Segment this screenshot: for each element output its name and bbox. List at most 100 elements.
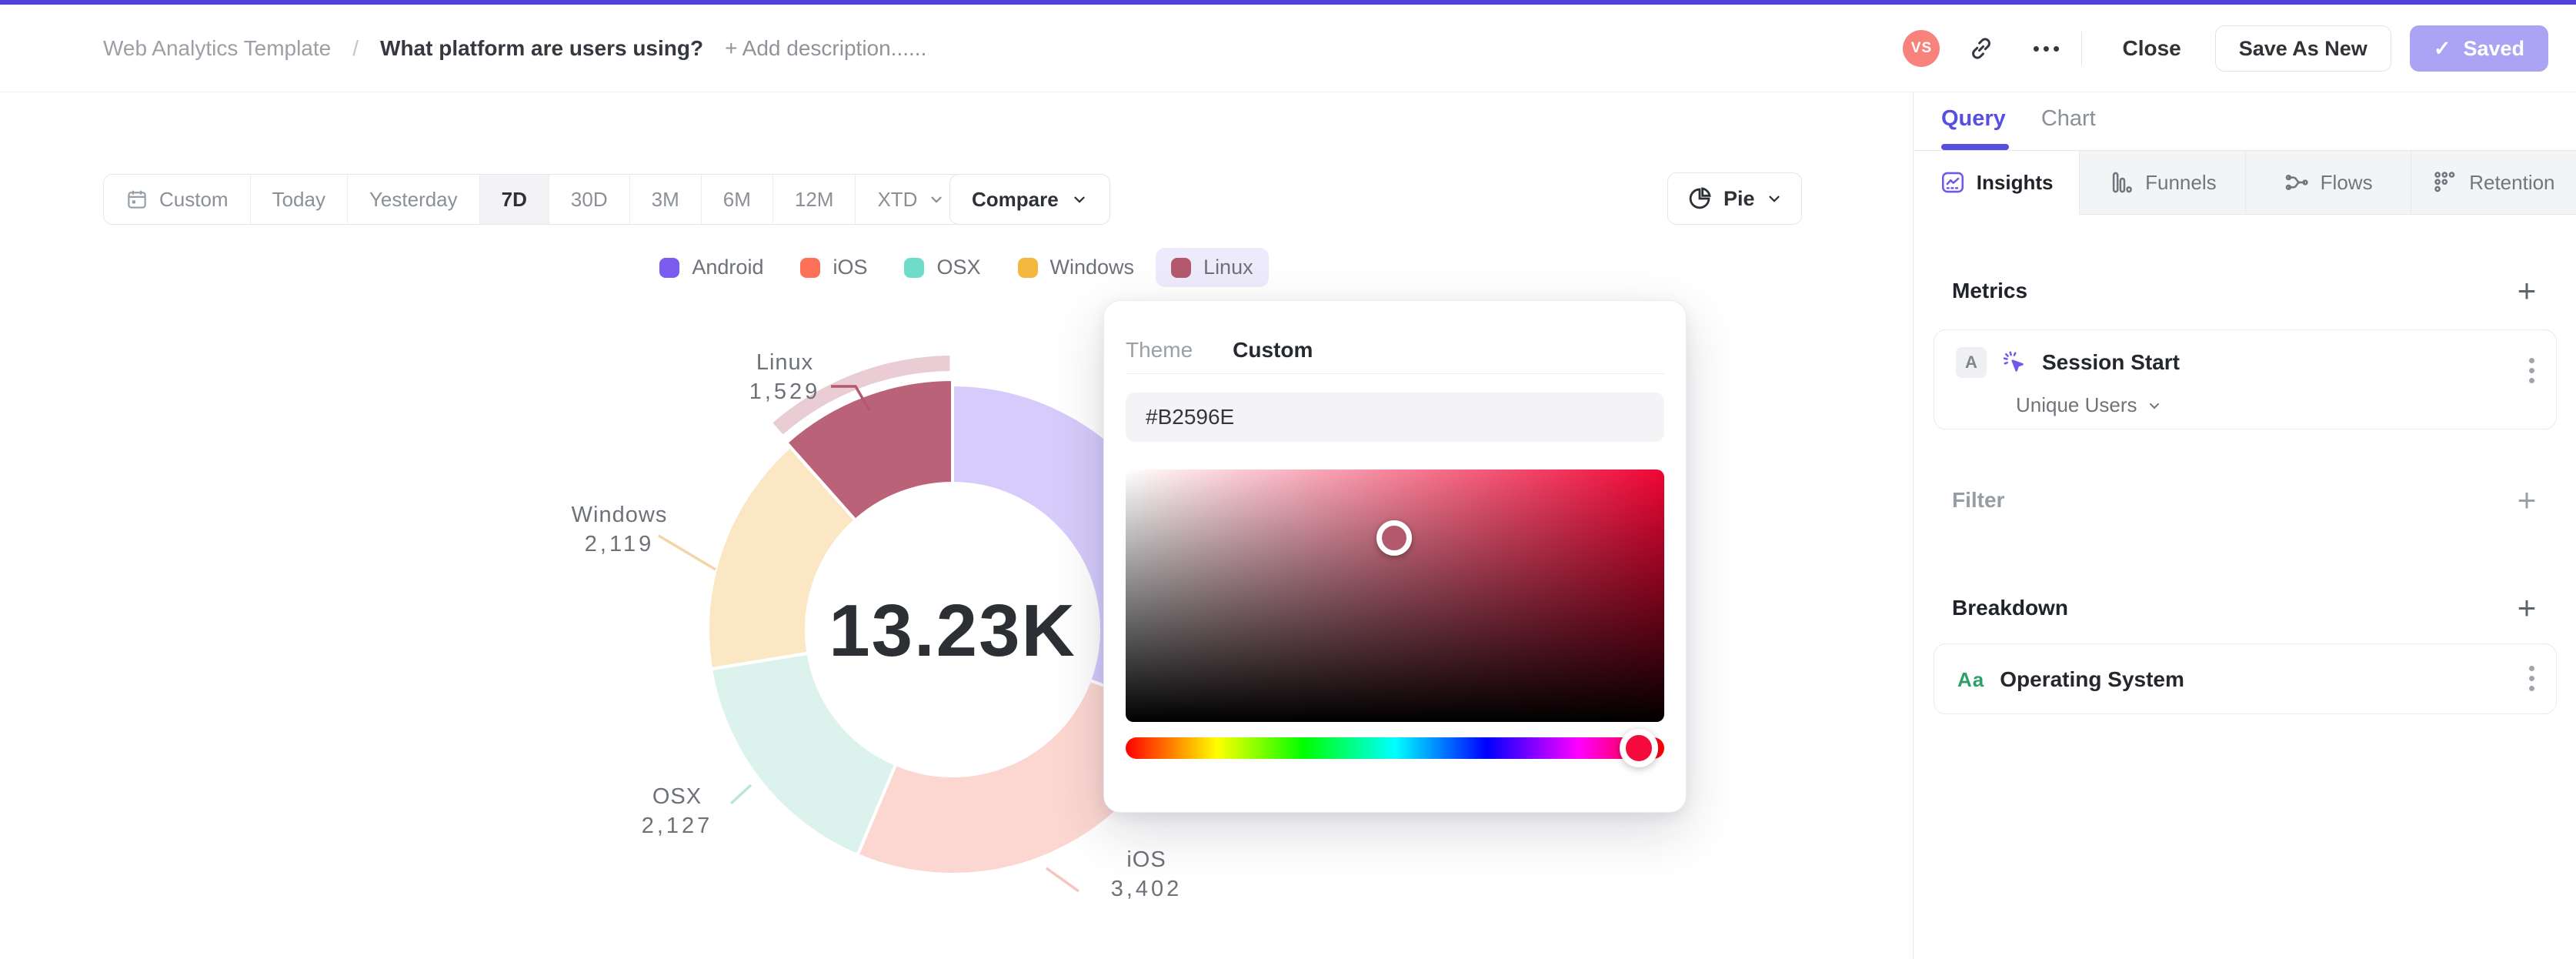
header-divider — [2081, 32, 2083, 65]
slice-label-value: 1,529 — [749, 379, 821, 404]
date-range-control: Custom Today Yesterday 7D 30D 3M 6M 12M … — [103, 174, 968, 225]
series-badge: A — [1956, 347, 1987, 378]
breakdown-name: Operating System — [2000, 667, 2184, 691]
legend-swatch — [904, 257, 925, 278]
range-7d[interactable]: 7D — [479, 175, 549, 224]
check-icon: ✓ — [2433, 36, 2451, 60]
tab-insights[interactable]: Insights — [1914, 151, 2080, 215]
query-sidebar: Query Chart Insights Funnels Flows Reten… — [1913, 92, 2576, 959]
tab-custom[interactable]: Custom — [1233, 338, 1313, 363]
hue-slider[interactable] — [1126, 729, 1664, 767]
legend-item-ios[interactable]: iOS — [785, 248, 883, 287]
breadcrumb-separator: / — [352, 35, 359, 60]
range-yesterday[interactable]: Yesterday — [348, 175, 480, 224]
hex-color-input[interactable]: #B2596E — [1126, 393, 1664, 442]
breadcrumb: Web Analytics Template / What platform a… — [103, 36, 926, 61]
range-3m[interactable]: 3M — [630, 175, 702, 224]
metric-kebab-menu[interactable] — [2529, 358, 2534, 383]
chart-legend: Android iOS OSX Windows Linux — [0, 248, 1913, 287]
legend-item-osx[interactable]: OSX — [889, 248, 996, 287]
saturation-picker-handle[interactable] — [1376, 520, 1412, 556]
range-today[interactable]: Today — [251, 175, 348, 224]
metrics-heading: Metrics — [1952, 279, 2028, 302]
range-label: 12M — [794, 187, 834, 211]
event-action-icon — [2003, 351, 2024, 372]
slice-label-name: iOS — [1126, 847, 1166, 872]
chart-type-button[interactable]: Pie — [1667, 172, 1802, 225]
saturation-gradient-area[interactable] — [1126, 469, 1664, 722]
range-label: Today — [272, 187, 325, 211]
range-6m[interactable]: 6M — [702, 175, 773, 224]
property-type-icon: Aa — [1957, 667, 1985, 691]
saved-label: Saved — [2463, 36, 2524, 60]
popup-divider — [1126, 373, 1664, 374]
chevron-down-icon — [2149, 403, 2159, 409]
filter-heading: Filter — [1952, 488, 2005, 512]
slice-label-value: 2,119 — [584, 532, 655, 556]
compare-label: Compare — [972, 187, 1059, 211]
add-filter-button[interactable]: + — [2511, 484, 2542, 516]
tab-query[interactable]: Query — [1941, 106, 2009, 150]
metric-aggregation-dropdown[interactable]: Unique Users — [2016, 393, 2162, 417]
breadcrumb-root[interactable]: Web Analytics Template — [103, 36, 331, 61]
view-tab-label: Retention — [2469, 170, 2555, 194]
range-30d[interactable]: 30D — [549, 175, 630, 224]
header: Web Analytics Template / What platform a… — [0, 5, 2576, 92]
slice-label-osx: OSX 2,127 — [592, 782, 762, 840]
range-label: Custom — [159, 187, 229, 211]
breakdown-row: Aa Operating System — [1957, 644, 2184, 715]
chevron-down-icon — [1768, 195, 1780, 202]
legend-item-windows[interactable]: Windows — [1003, 248, 1150, 287]
tab-retention[interactable]: Retention — [2410, 151, 2576, 215]
chart-type-label: Pie — [1723, 186, 1755, 210]
legend-item-linux[interactable]: Linux — [1156, 248, 1269, 287]
range-label: XTD — [877, 187, 918, 211]
tab-funnels[interactable]: Funnels — [2079, 151, 2245, 215]
add-metric-button[interactable]: + — [2511, 275, 2542, 307]
more-menu-button[interactable]: ••• — [2026, 27, 2069, 70]
metric-card[interactable]: A Session Start Unique Users — [1934, 329, 2557, 429]
breakdown-card[interactable]: Aa Operating System — [1934, 643, 2557, 714]
flows-icon — [2285, 174, 2308, 191]
legend-item-android[interactable]: Android — [644, 248, 779, 287]
tab-theme[interactable]: Theme — [1126, 338, 1193, 363]
aggregation-label: Unique Users — [2016, 393, 2137, 416]
retention-icon — [2434, 172, 2455, 192]
view-tab-label: Funnels — [2145, 170, 2217, 194]
save-as-new-button[interactable]: Save As New — [2214, 25, 2391, 72]
color-picker-tabs: Theme Custom — [1126, 301, 1664, 373]
top-accent-bar — [0, 0, 2576, 5]
avatar[interactable]: VS — [1903, 30, 1940, 67]
legend-label: Android — [692, 256, 764, 279]
color-picker-popup: Theme Custom #B2596E — [1103, 300, 1687, 813]
tab-flows[interactable]: Flows — [2244, 151, 2411, 215]
slice-label-name: Linux — [756, 350, 814, 375]
legend-swatch — [1171, 257, 1192, 278]
range-label: 30D — [570, 187, 608, 211]
slice-label-ios: iOS 3,402 — [1062, 845, 1231, 904]
range-label: 3M — [651, 187, 679, 211]
page-title[interactable]: What platform are users using? — [380, 36, 703, 61]
saved-button[interactable]: ✓ Saved — [2409, 25, 2548, 72]
breakdown-kebab-menu[interactable] — [2529, 666, 2534, 691]
view-tab-label: Insights — [1976, 170, 2054, 194]
hue-slider-handle[interactable] — [1620, 729, 1659, 767]
tab-chart[interactable]: Chart — [2041, 106, 2096, 150]
compare-button[interactable]: Compare — [949, 174, 1110, 225]
share-link-button[interactable] — [1960, 27, 2003, 70]
legend-label: Linux — [1203, 256, 1253, 279]
range-custom[interactable]: Custom — [104, 175, 251, 224]
insights-icon — [1941, 172, 1964, 193]
add-description-button[interactable]: + Add description...... — [725, 36, 926, 61]
add-breakdown-button[interactable]: + — [2511, 592, 2542, 624]
close-button[interactable]: Close — [2102, 36, 2201, 61]
legend-swatch — [1017, 257, 1038, 278]
link-icon — [1972, 38, 1991, 59]
pie-chart-icon — [1689, 187, 1711, 209]
slice-label-value: 2,127 — [641, 814, 713, 838]
slice-label-name: Windows — [571, 503, 668, 527]
slice-label-windows: Windows 2,119 — [535, 500, 704, 559]
calendar-icon — [128, 190, 146, 209]
breakdown-heading: Breakdown — [1952, 596, 2068, 620]
range-12m[interactable]: 12M — [773, 175, 856, 224]
